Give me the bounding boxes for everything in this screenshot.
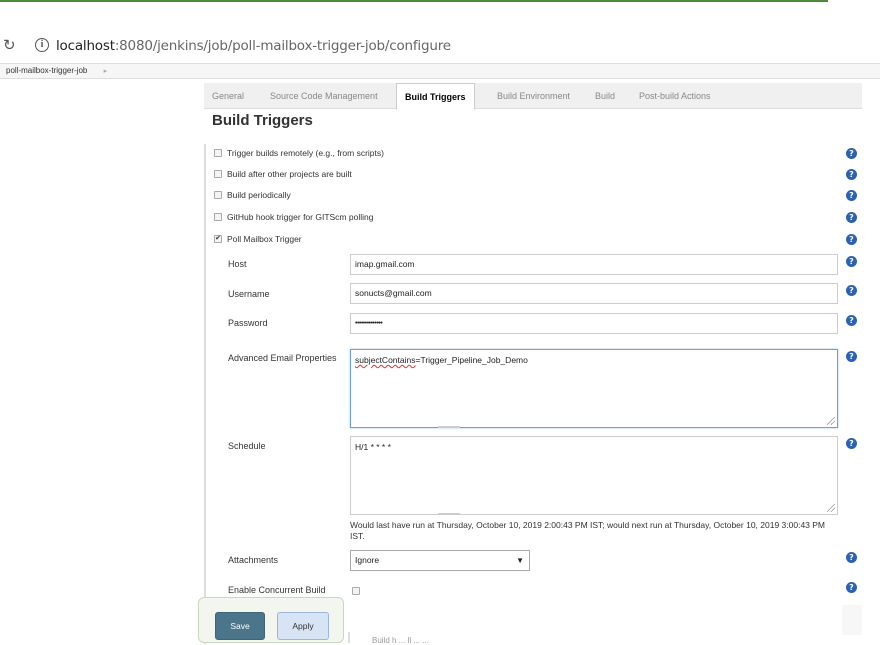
textarea-grip[interactable] xyxy=(438,426,460,428)
browser-address-bar[interactable]: ↻ i localhost:8080/jenkins/job/poll-mail… xyxy=(0,34,880,60)
host-input[interactable]: imap.gmail.com xyxy=(350,254,838,275)
build-after-checkbox[interactable] xyxy=(214,169,222,178)
tab-build-environment[interactable]: Build Environment xyxy=(497,83,570,109)
help-icon[interactable]: ? xyxy=(846,315,857,326)
username-label: Username xyxy=(228,289,270,299)
help-icon[interactable]: ? xyxy=(846,169,857,180)
section-title: Build Triggers xyxy=(212,112,313,129)
password-label: Password xyxy=(228,318,268,328)
help-icon[interactable]: ? xyxy=(846,438,857,449)
resize-handle-icon[interactable] xyxy=(827,504,835,512)
password-input[interactable]: •••••••••••••• xyxy=(350,313,838,334)
section-divider xyxy=(204,144,206,644)
help-icon[interactable]: ? xyxy=(846,256,857,267)
breadcrumb-chevron-icon[interactable]: ▸ xyxy=(104,68,108,75)
advanced-email-properties-label: Advanced Email Properties xyxy=(228,353,337,363)
tab-post-build-actions[interactable]: Post-build Actions xyxy=(639,83,711,109)
concurrent-build-label: Enable Concurrent Build xyxy=(228,585,326,595)
info-icon[interactable]: i xyxy=(35,38,49,52)
poll-mailbox-row[interactable]: ✔ Poll Mailbox Trigger xyxy=(214,232,302,246)
help-icon[interactable]: ? xyxy=(846,582,857,593)
tab-build-triggers[interactable]: Build Triggers xyxy=(396,83,475,110)
help-icon[interactable]: ? xyxy=(846,234,857,245)
help-icon[interactable]: ? xyxy=(846,190,857,201)
tab-general[interactable]: General xyxy=(212,83,244,109)
help-icon[interactable]: ? xyxy=(846,351,857,362)
advanced-email-properties-textarea[interactable]: subjectContains=Trigger_Pipeline_Job_Dem… xyxy=(350,349,838,428)
section-divider xyxy=(348,632,350,643)
tab-source-code-management[interactable]: Source Code Management xyxy=(270,83,378,109)
trigger-remote-checkbox[interactable] xyxy=(214,148,222,157)
top-accent-line xyxy=(0,0,828,2)
trigger-remote-row[interactable]: Trigger builds remotely (e.g., from scri… xyxy=(214,146,384,160)
attachments-label: Attachments xyxy=(228,555,279,565)
build-triggers-form: Trigger builds remotely (e.g., from scri… xyxy=(204,140,880,644)
help-icon[interactable]: ? xyxy=(846,285,857,296)
host-label: Host xyxy=(228,259,247,269)
github-hook-checkbox[interactable] xyxy=(214,212,222,221)
url-text[interactable]: localhost:8080/jenkins/job/poll-mailbox-… xyxy=(56,38,451,54)
faded-label: Build h ... ll ... ... xyxy=(372,636,429,645)
build-after-row[interactable]: Build after other projects are built xyxy=(214,167,352,181)
attachments-select[interactable]: Ignore ▼ xyxy=(350,550,530,571)
help-icon[interactable]: ? xyxy=(846,552,857,563)
save-button[interactable]: Save xyxy=(215,612,265,640)
github-hook-row[interactable]: GitHub hook trigger for GITScm polling xyxy=(214,210,373,224)
help-icon[interactable]: ? xyxy=(846,148,857,159)
poll-mailbox-checkbox[interactable]: ✔ xyxy=(214,234,222,243)
breadcrumb: poll-mailbox-trigger-job ▸ xyxy=(0,63,880,79)
schedule-label: Schedule xyxy=(228,441,266,451)
form-button-bar: Save Apply xyxy=(198,597,344,643)
build-periodically-row[interactable]: Build periodically xyxy=(214,188,291,202)
apply-button[interactable]: Apply xyxy=(277,612,329,640)
schedule-textarea[interactable]: H/1 * * * * xyxy=(350,436,838,515)
scroll-area xyxy=(842,605,862,635)
build-periodically-checkbox[interactable] xyxy=(214,190,222,199)
chevron-down-icon: ▼ xyxy=(516,556,524,565)
tab-build[interactable]: Build xyxy=(595,83,615,109)
help-icon[interactable]: ? xyxy=(846,212,857,223)
textarea-grip[interactable] xyxy=(438,513,460,515)
reload-icon[interactable]: ↻ xyxy=(3,36,16,54)
breadcrumb-job-link[interactable]: poll-mailbox-trigger-job xyxy=(6,66,87,75)
config-tabs: General Source Code Management Build Tri… xyxy=(204,83,862,110)
concurrent-build-checkbox[interactable] xyxy=(352,587,360,595)
schedule-note: Would last have run at Thursday, October… xyxy=(350,520,826,541)
resize-handle-icon[interactable] xyxy=(827,417,835,425)
username-input[interactable]: sonucts@gmail.com xyxy=(350,283,838,304)
